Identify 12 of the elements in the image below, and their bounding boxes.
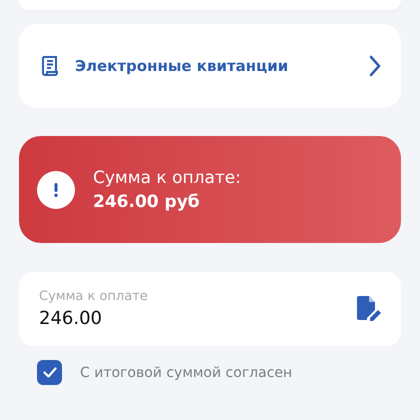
alert-title: Сумма к оплате: [93, 168, 241, 188]
receipt-icon [39, 55, 59, 77]
exclamation-icon [37, 170, 75, 208]
field-label: Сумма к оплате [39, 289, 149, 304]
agree-checkbox[interactable] [37, 360, 62, 385]
alert-amount: 246.00 руб [93, 192, 201, 212]
amount-input[interactable]: 246.00 [39, 308, 189, 329]
receipts-link[interactable]: Электронные квитанции [19, 24, 401, 108]
checkmark-icon [42, 367, 56, 378]
checkbox-label: С итоговой суммой согласен [80, 364, 292, 380]
edit-document-icon[interactable] [357, 296, 381, 322]
chevron-right-icon [369, 55, 381, 77]
